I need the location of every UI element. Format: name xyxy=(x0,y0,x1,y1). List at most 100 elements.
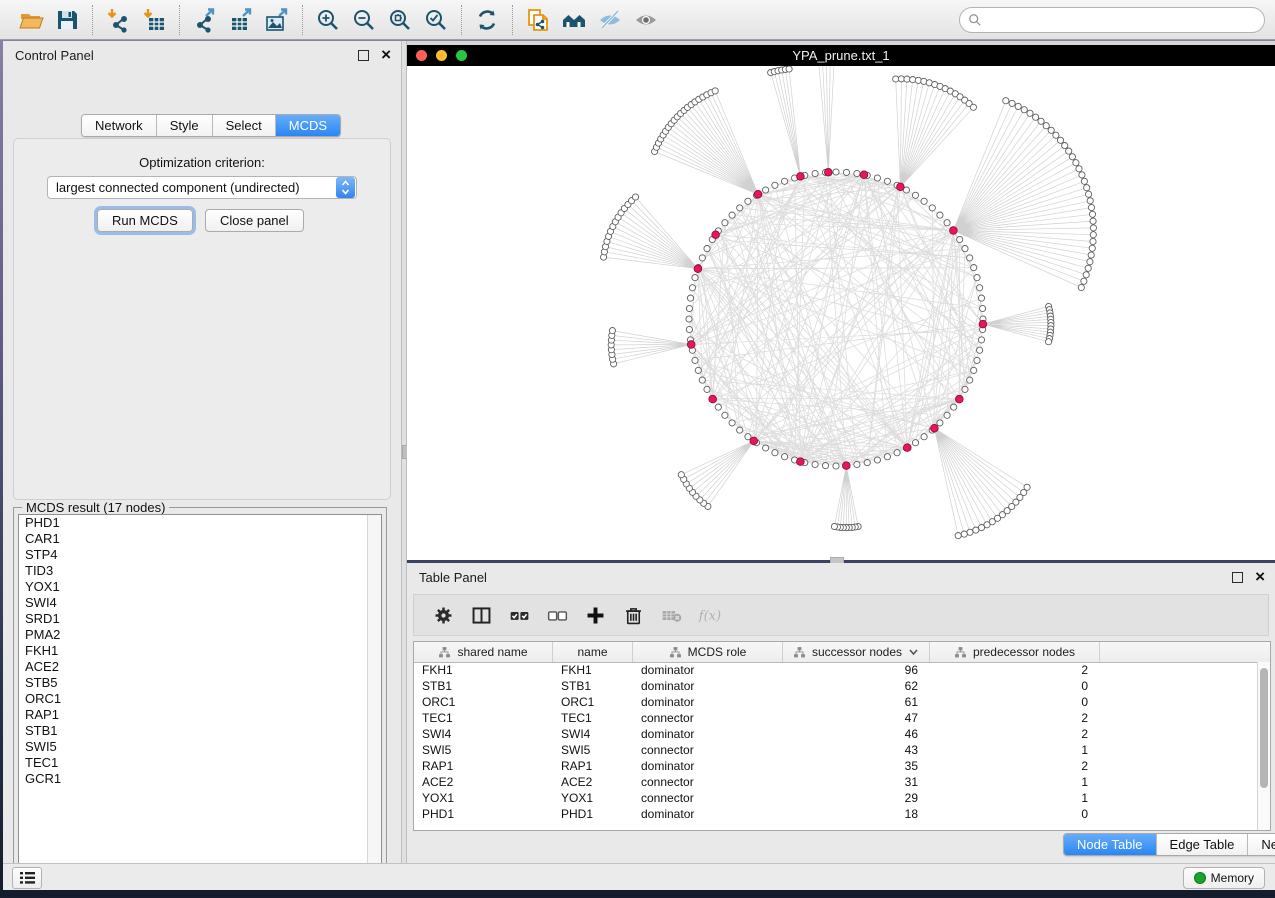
mcds-hub-node[interactable] xyxy=(709,395,717,403)
network-node[interactable] xyxy=(1021,107,1027,113)
network-node[interactable] xyxy=(1087,198,1093,204)
network-node[interactable] xyxy=(704,386,710,392)
mcds-result-item[interactable]: STB1 xyxy=(19,723,381,739)
network-node[interactable] xyxy=(1078,284,1084,290)
tab-network[interactable]: Network xyxy=(82,115,156,136)
network-node[interactable] xyxy=(974,357,980,363)
criterion-dropdown[interactable]: largest connected component (undirected) xyxy=(47,176,357,199)
close-panel-button[interactable]: Close panel xyxy=(205,209,304,232)
network-node[interactable] xyxy=(904,76,910,82)
mcds-result-list[interactable]: PHD1CAR1STP4TID3YOX1SWI4SRD1PMA2FKH1ACE2… xyxy=(18,514,382,876)
tab-node-table[interactable]: Node Table xyxy=(1064,834,1156,855)
result-scrollbar[interactable] xyxy=(367,515,381,875)
network-node[interactable] xyxy=(812,461,818,467)
mcds-hub-node[interactable] xyxy=(754,191,762,199)
mcds-hub-node[interactable] xyxy=(950,227,958,235)
run-mcds-button[interactable]: Run MCDS xyxy=(97,209,193,232)
network-node[interactable] xyxy=(686,326,692,332)
first-neighbors-icon[interactable] xyxy=(556,5,592,35)
table-row[interactable]: ACE2ACE2connector311 xyxy=(414,774,1258,790)
search-box[interactable] xyxy=(959,7,1265,33)
network-node[interactable] xyxy=(831,523,837,529)
network-node[interactable] xyxy=(1087,259,1093,265)
network-node[interactable] xyxy=(704,246,710,252)
table-row[interactable]: SWI4SWI4dominator462 xyxy=(414,726,1258,742)
network-node[interactable] xyxy=(1027,110,1033,116)
network-node[interactable] xyxy=(970,104,976,110)
network-node[interactable] xyxy=(686,316,692,322)
network-node[interactable] xyxy=(699,377,705,383)
mcds-hub-node[interactable] xyxy=(979,320,987,328)
network-node[interactable] xyxy=(1085,265,1091,271)
float-panel-icon[interactable] xyxy=(358,50,369,61)
mcds-hub-node[interactable] xyxy=(956,395,964,403)
network-node[interactable] xyxy=(951,404,957,410)
network-node[interactable] xyxy=(864,460,870,466)
column-header-predecessor-nodes[interactable]: predecessor nodes xyxy=(930,642,1100,662)
network-node[interactable] xyxy=(977,347,983,353)
network-node[interactable] xyxy=(937,420,943,426)
close-panel-icon[interactable]: × xyxy=(381,50,391,60)
search-input[interactable] xyxy=(986,10,1264,30)
network-node[interactable] xyxy=(937,212,943,218)
network-node[interactable] xyxy=(1015,103,1021,109)
network-node[interactable] xyxy=(833,169,839,175)
mcds-result-item[interactable]: FKH1 xyxy=(19,643,381,659)
network-node[interactable] xyxy=(980,305,986,311)
network-node[interactable] xyxy=(884,454,890,460)
trash-icon[interactable] xyxy=(614,598,652,632)
network-node[interactable] xyxy=(772,450,778,456)
network-node[interactable] xyxy=(812,170,818,176)
float-table-panel-icon[interactable] xyxy=(1232,572,1243,583)
network-node[interactable] xyxy=(921,434,927,440)
network-node[interactable] xyxy=(1083,272,1089,278)
mcds-hub-node[interactable] xyxy=(694,265,702,273)
mcds-hub-node[interactable] xyxy=(931,424,939,432)
network-node[interactable] xyxy=(1081,278,1087,284)
mcds-result-item[interactable]: STB5 xyxy=(19,675,381,691)
network-node[interactable] xyxy=(1090,232,1096,238)
network-node[interactable] xyxy=(737,427,743,433)
export-table-icon[interactable] xyxy=(223,5,259,35)
plus-icon[interactable] xyxy=(576,598,614,632)
mcds-hub-node[interactable] xyxy=(860,171,868,179)
network-node[interactable] xyxy=(929,205,935,211)
mcds-result-item[interactable]: SWI5 xyxy=(19,739,381,755)
zoom-out-icon[interactable] xyxy=(346,5,382,35)
network-node[interactable] xyxy=(632,194,638,200)
network-canvas[interactable] xyxy=(407,66,1275,560)
mcds-result-item[interactable]: PMA2 xyxy=(19,627,381,643)
network-node[interactable] xyxy=(1043,123,1049,129)
mcds-hub-node[interactable] xyxy=(750,437,758,445)
export-image-icon[interactable] xyxy=(259,5,295,35)
network-node[interactable] xyxy=(1088,252,1094,258)
network-node[interactable] xyxy=(1069,154,1075,160)
network-node[interactable] xyxy=(692,275,698,281)
network-node[interactable] xyxy=(1009,100,1015,106)
mcds-result-item[interactable]: ORC1 xyxy=(19,691,381,707)
network-node[interactable] xyxy=(957,236,963,242)
network-node[interactable] xyxy=(961,531,967,537)
mcds-hub-node[interactable] xyxy=(712,231,720,239)
mcds-result-item[interactable]: GCR1 xyxy=(19,771,381,787)
column-header-successor-nodes[interactable]: successor nodes xyxy=(783,642,930,662)
tab-edge-table[interactable]: Edge Table xyxy=(1156,834,1248,855)
network-node[interactable] xyxy=(729,212,735,218)
network-node[interactable] xyxy=(833,463,839,469)
close-table-panel-icon[interactable]: × xyxy=(1255,572,1265,582)
table-row[interactable]: TEC1TEC1connector472 xyxy=(414,710,1258,726)
network-node[interactable] xyxy=(854,170,860,176)
gear-icon[interactable] xyxy=(424,598,462,632)
network-node[interactable] xyxy=(1089,245,1095,251)
table-row[interactable]: ORC1ORC1dominator610 xyxy=(414,694,1258,710)
network-node[interactable] xyxy=(912,440,918,446)
column-header-MCDS-role[interactable]: MCDS role xyxy=(633,642,783,662)
mcds-result-item[interactable]: PHD1 xyxy=(19,515,381,531)
network-node[interactable] xyxy=(695,367,701,373)
network-node[interactable] xyxy=(1062,143,1068,149)
table-row[interactable]: FKH1FKH1dominator962 xyxy=(414,662,1258,678)
network-node[interactable] xyxy=(1088,204,1094,210)
mcds-hub-node[interactable] xyxy=(797,458,805,466)
network-node[interactable] xyxy=(854,461,860,467)
mcds-result-item[interactable]: TEC1 xyxy=(19,755,381,771)
